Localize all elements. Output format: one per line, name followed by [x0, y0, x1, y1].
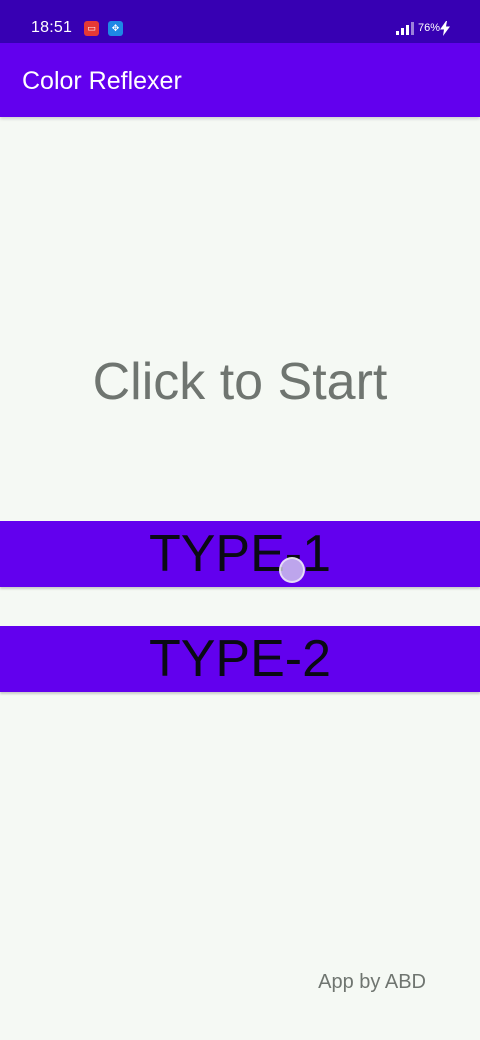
app-bar: Color Reflexer [0, 43, 480, 117]
signal-icon [396, 22, 414, 35]
start-prompt[interactable]: Click to Start [0, 352, 480, 412]
type-2-button[interactable]: TYPE-2 [0, 626, 480, 692]
app-notification-icon: ✥ [108, 21, 123, 36]
charging-bolt-icon [440, 21, 450, 36]
touch-indicator [279, 557, 305, 583]
status-time: 18:51 [31, 19, 73, 36]
app-title: Color Reflexer [22, 67, 182, 95]
type-1-button[interactable]: TYPE-1 [0, 521, 480, 587]
screen-recorder-icon: ▭ [84, 21, 99, 36]
credit-text: App by ABD [318, 971, 426, 993]
battery-level: 76% [418, 22, 441, 34]
status-bar: 18:51 ▭ ✥ 76% [0, 0, 480, 43]
